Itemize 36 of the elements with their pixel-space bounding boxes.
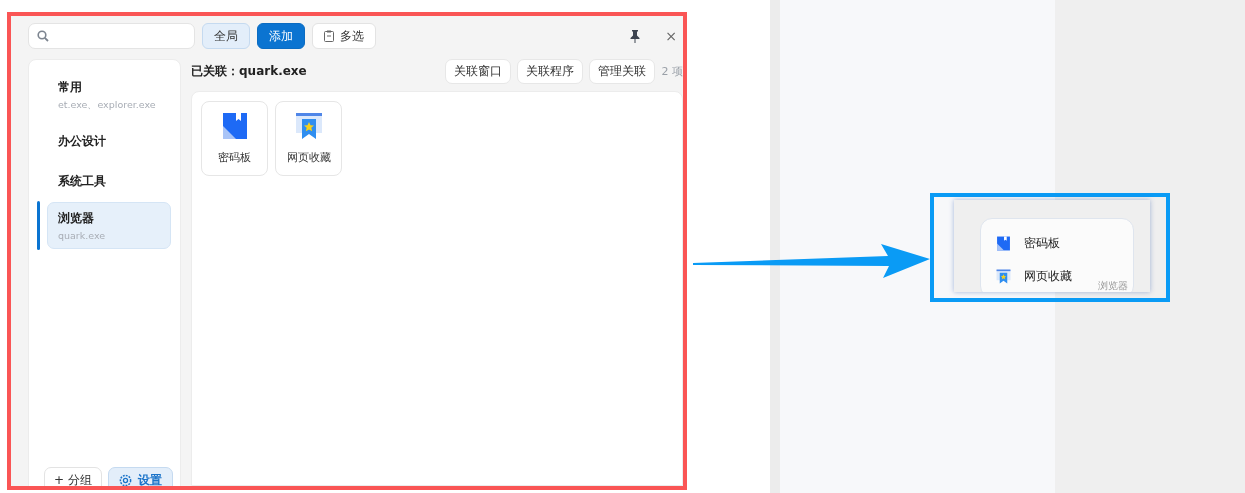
notebook-icon [220,112,249,140]
group-name: 系统工具 [58,172,107,190]
search-icon [37,30,49,42]
clipboard-icon [324,30,334,42]
notebook-icon [996,236,1011,251]
group-name: 浏览器 [58,210,95,227]
group-apps: et.exe、explorer.exe [58,99,157,112]
bookmark-icon [294,112,323,140]
action-button[interactable]: 管理关联 [588,59,655,84]
group-item[interactable]: 系统工具 [47,162,171,200]
group-name: 办公设计 [58,132,107,150]
search-field[interactable] [28,23,195,49]
action-button[interactable]: 关联程序 [516,59,583,84]
add-button[interactable]: 添加 [257,23,305,49]
multi-select-button[interactable]: 多选 [312,23,376,49]
group-label: 浏览器 [1098,279,1128,292]
add-group-button[interactable]: + 分组 [44,467,102,486]
group-item[interactable]: 办公设计 [47,122,171,160]
item-count: 2 项 [661,64,683,79]
pin-icon[interactable] [630,29,641,43]
group-name: 常用 [58,79,83,96]
menu-item[interactable]: 网页收藏 [996,260,1072,292]
app-tile[interactable]: 网页收藏 [275,101,342,176]
app-tile[interactable]: 密码板 [201,101,268,176]
group-item[interactable]: 浏览器 quark.exe [47,202,171,249]
group-apps: quark.exe [58,230,107,241]
bookmark-icon [996,269,1011,284]
scope-toggle-button[interactable]: 全局 [202,23,250,49]
settings-icon [118,473,132,486]
selection-indicator [37,201,40,250]
action-button[interactable]: 关联窗口 [444,59,511,84]
settings-button[interactable]: 设置 [107,467,173,486]
group-item[interactable]: 常用 et.exe、explorer.exe [47,71,171,120]
linked-program-title: 已关联：quark.exe [191,63,308,80]
close-icon[interactable]: × [665,28,677,44]
menu-item[interactable]: 密码板 [996,227,1060,260]
